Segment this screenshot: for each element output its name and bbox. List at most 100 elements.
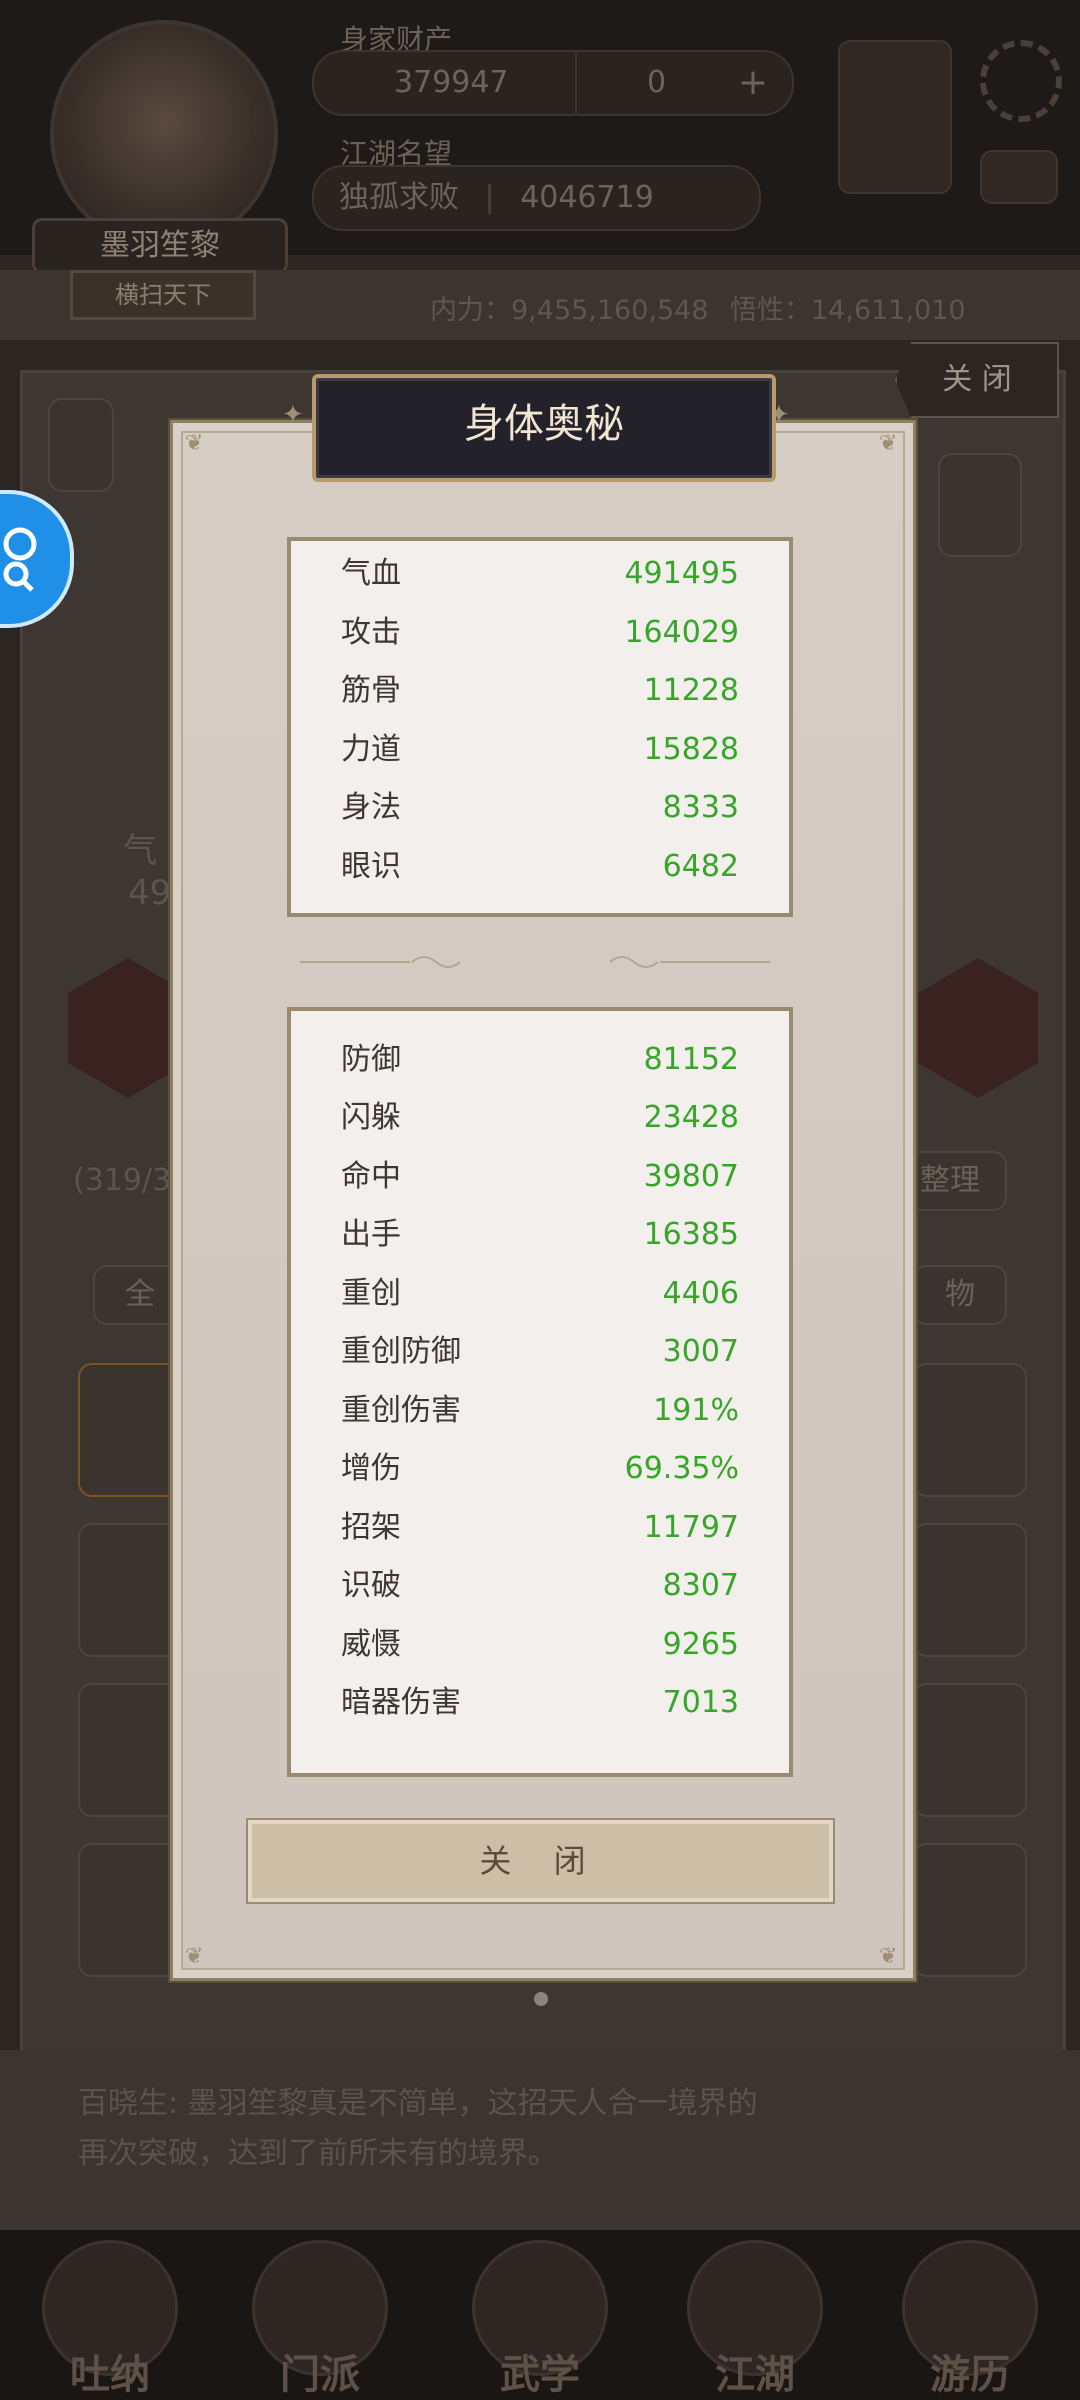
search-icon <box>3 527 37 592</box>
inventory-slot[interactable] <box>913 1843 1027 1977</box>
stat-row: 重创伤害 191% <box>341 1382 739 1440</box>
message-feed: 百晓生: 墨羽笙黎真是不简单，这招天人合一境界的 再次突破，达到了前所未有的境界… <box>0 2050 1080 2230</box>
nav-menpai[interactable]: 门派 <box>235 2240 405 2400</box>
wuxing-text: 悟性：14,611,010 <box>730 295 966 326</box>
stat-name: 身法 <box>341 790 401 825</box>
stat-value: 191% <box>653 1393 739 1428</box>
stat-value: 23428 <box>643 1100 739 1135</box>
reputation-value: 4046719 <box>520 180 654 215</box>
stat-row: 攻击 164029 <box>341 604 739 662</box>
stat-name: 重创 <box>341 1276 401 1311</box>
corner-ornament-icon: ❦ <box>185 431 204 456</box>
bag-count: (319/3 <box>73 1163 172 1198</box>
stat-value: 164029 <box>624 615 739 650</box>
tab-items[interactable]: 物 <box>913 1265 1007 1325</box>
yinyang-icon[interactable] <box>838 40 952 194</box>
stat-row: 身法 8333 <box>341 779 739 837</box>
player-tag: 横扫天下 <box>70 270 256 320</box>
ban-icon[interactable] <box>938 453 1022 557</box>
message-line: 百晓生: 墨羽笙黎真是不简单，这招天人合一境界的 <box>78 2086 758 2121</box>
gem-counter[interactable]: 0 + <box>575 50 794 116</box>
nav-wuxue[interactable]: 武学 <box>455 2240 625 2400</box>
background-close-button[interactable]: 关 闭 <box>895 342 1059 418</box>
corner-ornament-icon: ❦ <box>879 1944 898 1969</box>
stat-row: 命中 39807 <box>341 1148 739 1206</box>
stat-row: 出手 16385 <box>341 1206 739 1264</box>
nav-label: 游历 <box>930 2352 1010 2398</box>
nav-label: 门派 <box>280 2352 360 2398</box>
stat-name: 威慑 <box>341 1627 401 1662</box>
page-indicator <box>534 1992 548 2006</box>
message-line: 再次突破，达到了前所未有的境界。 <box>78 2136 558 2171</box>
bottom-nav: 吐纳 门派 武学 江湖 游历 <box>0 2230 1080 2400</box>
close-button[interactable]: 关 闭 <box>246 1818 835 1904</box>
nav-youli[interactable]: 游历 <box>885 2240 1055 2400</box>
inventory-slot[interactable] <box>913 1683 1027 1817</box>
nav-tuna[interactable]: 吐纳 <box>25 2240 195 2400</box>
stat-value: 4406 <box>662 1276 739 1311</box>
qi-value: 49 <box>128 873 172 913</box>
stat-value: 39807 <box>643 1159 739 1194</box>
stat-name: 出手 <box>341 1217 401 1252</box>
mail-icon[interactable] <box>980 150 1058 204</box>
top-bar: 墨羽笙黎 身家财产 379947 0 + 江湖名望 独孤求败 | 4046719 <box>0 0 1080 274</box>
dialog-title: 身体奥秘 <box>312 374 776 482</box>
stat-value: 16385 <box>643 1217 739 1252</box>
stat-value: 491495 <box>624 556 739 591</box>
corner-ornament-icon: ❦ <box>879 431 898 456</box>
stat-name: 攻击 <box>341 615 401 650</box>
avatar[interactable] <box>50 20 278 248</box>
stat-row: 威慑 9265 <box>341 1616 739 1674</box>
stat-value: 6482 <box>662 849 739 884</box>
stat-row: 气血 491495 <box>341 545 739 603</box>
plaque-ornament-icon: ✦ <box>282 400 304 430</box>
stat-value: 8307 <box>662 1568 739 1603</box>
stat-value: 15828 <box>643 732 739 767</box>
section-divider <box>300 956 770 968</box>
stat-name: 暗器伤害 <box>341 1685 461 1720</box>
stat-name: 增伤 <box>341 1451 401 1486</box>
stat-name: 气血 <box>341 556 401 591</box>
corner-ornament-icon: ❦ <box>185 1944 204 1969</box>
qi-label: 气 <box>123 831 157 871</box>
stat-row: 闪躲 23428 <box>341 1089 739 1147</box>
nav-label: 江湖 <box>715 2352 795 2398</box>
stat-value: 7013 <box>662 1685 739 1720</box>
stat-row: 力道 15828 <box>341 721 739 779</box>
player-name: 墨羽笙黎 <box>32 218 288 274</box>
basic-stats-box: 气血 491495 攻击 164029 筋骨 11228 力道 15828 身法… <box>287 537 793 917</box>
stat-row: 眼识 6482 <box>341 838 739 896</box>
stat-value: 9265 <box>662 1627 739 1662</box>
stat-value: 8333 <box>662 790 739 825</box>
stat-value: 81152 <box>643 1042 739 1077</box>
stat-row: 重创防御 3007 <box>341 1323 739 1381</box>
gear-icon[interactable] <box>980 40 1062 122</box>
stat-row: 筋骨 11228 <box>341 662 739 720</box>
stat-name: 闪躲 <box>341 1100 401 1135</box>
reputation-title: 独孤求败 <box>339 180 459 215</box>
inventory-slot[interactable] <box>913 1523 1027 1657</box>
stat-value: 69.35% <box>624 1451 739 1486</box>
add-icon[interactable]: + <box>738 52 768 114</box>
stat-name: 命中 <box>341 1159 401 1194</box>
nav-jianghu[interactable]: 江湖 <box>670 2240 840 2400</box>
stat-name: 眼识 <box>341 849 401 884</box>
stat-row: 增伤 69.35% <box>341 1440 739 1498</box>
neili-text: 内力：9,455,160,548 <box>430 295 709 326</box>
stat-name: 重创防御 <box>341 1334 461 1369</box>
equipment-slot-right[interactable] <box>918 958 1038 1098</box>
nav-label: 吐纳 <box>70 2352 150 2398</box>
combat-stats-scroll[interactable]: 防御 81152 闪躲 23428 命中 39807 出手 16385 重创 4… <box>287 1007 793 1777</box>
gold-value: 379947 <box>394 65 509 100</box>
stat-name: 防御 <box>341 1042 401 1077</box>
stat-name: 招架 <box>341 1510 401 1545</box>
stat-row: 重创 4406 <box>341 1265 739 1323</box>
stat-name: 筋骨 <box>341 673 401 708</box>
stat-value: 11228 <box>643 673 739 708</box>
inventory-slot[interactable] <box>913 1363 1027 1497</box>
stat-row: 招架 11797 <box>341 1499 739 1557</box>
nav-label: 武学 <box>500 2352 580 2398</box>
stat-value: 3007 <box>662 1334 739 1369</box>
post-icon[interactable] <box>48 398 114 492</box>
stat-name: 力道 <box>341 732 401 767</box>
